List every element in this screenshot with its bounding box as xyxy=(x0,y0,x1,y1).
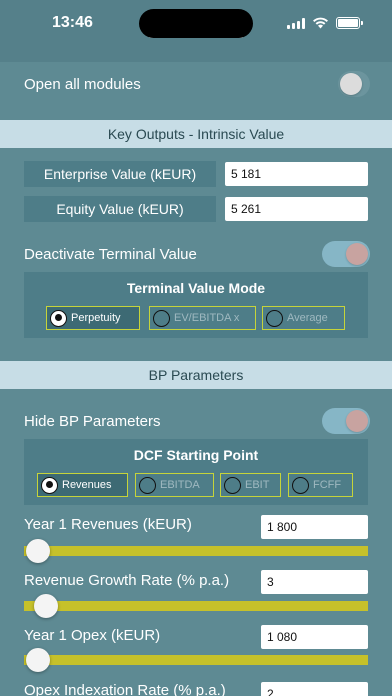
open-all-toggle[interactable] xyxy=(338,71,370,97)
dcf-start-panel: DCF Starting Point Revenues EBITDA EBIT … xyxy=(24,439,368,505)
key-outputs-header: Key Outputs - Intrinsic Value xyxy=(0,120,392,148)
radio-label: EV/EBITDA x xyxy=(174,312,240,324)
radio-icon xyxy=(41,476,58,494)
radio-label: EBITDA xyxy=(160,479,200,491)
radio-icon xyxy=(224,476,241,494)
revenues-slider[interactable] xyxy=(24,546,368,556)
start-fcff[interactable]: FCFF xyxy=(288,473,353,497)
radio-label: FCFF xyxy=(313,479,342,491)
battery-icon xyxy=(336,17,363,29)
opex-slider-knob[interactable] xyxy=(26,648,50,672)
opex-label: Year 1 Opex (kEUR) xyxy=(24,627,161,644)
radio-label: Average xyxy=(287,312,328,324)
status-time: 13:46 xyxy=(52,14,93,31)
hide-bp-label: Hide BP Parameters xyxy=(24,412,161,430)
deactivate-tv-label: Deactivate Terminal Value xyxy=(24,245,197,263)
signal-icon xyxy=(287,17,305,29)
growth-field[interactable]: 3 xyxy=(261,570,368,594)
tv-mode-panel: Terminal Value Mode Perpetuity EV/EBITDA… xyxy=(24,272,368,338)
status-icons xyxy=(287,17,363,29)
wifi-icon xyxy=(313,17,328,29)
deactivate-tv-row: Deactivate Terminal Value xyxy=(0,236,392,272)
growth-label: Revenue Growth Rate (% p.a.) xyxy=(24,572,230,589)
revenues-slider-knob[interactable] xyxy=(26,539,50,563)
radio-icon xyxy=(153,309,170,327)
growth-slider[interactable] xyxy=(24,601,368,611)
tv-mode-perpetuity[interactable]: Perpetuity xyxy=(46,306,140,330)
radio-label: Revenues xyxy=(62,479,112,491)
opex-slider[interactable] xyxy=(24,655,368,665)
revenues-label: Year 1 Revenues (kEUR) xyxy=(24,516,192,533)
bp-parameters-header: BP Parameters xyxy=(0,361,392,389)
radio-label: EBIT xyxy=(245,479,270,491)
radio-icon xyxy=(292,476,309,494)
enterprise-value-field[interactable]: 5 181 xyxy=(225,162,368,186)
open-all-row: Open all modules xyxy=(0,66,392,102)
revenues-field[interactable]: 1 800 xyxy=(261,515,368,539)
growth-slider-knob[interactable] xyxy=(34,594,58,618)
dcf-start-title: DCF Starting Point xyxy=(133,447,259,463)
enterprise-value-label: Enterprise Value (kEUR) xyxy=(24,161,216,187)
radio-icon xyxy=(139,476,156,494)
dynamic-island xyxy=(139,9,253,38)
radio-label: Perpetuity xyxy=(71,312,121,324)
indexation-field[interactable]: 2 xyxy=(261,682,368,696)
tv-mode-title: Terminal Value Mode xyxy=(126,280,266,296)
toggle-knob xyxy=(340,73,362,95)
equity-value-label: Equity Value (kEUR) xyxy=(24,196,216,222)
radio-icon xyxy=(50,309,67,327)
equity-value-field[interactable]: 5 261 xyxy=(225,197,368,221)
tv-mode-ev-ebitda[interactable]: EV/EBITDA x xyxy=(149,306,256,330)
hide-bp-toggle[interactable] xyxy=(322,408,370,434)
deactivate-tv-toggle[interactable] xyxy=(322,241,370,267)
indexation-label: Opex Indexation Rate (% p.a.) xyxy=(24,682,226,696)
start-ebit[interactable]: EBIT xyxy=(220,473,281,497)
start-ebitda[interactable]: EBITDA xyxy=(135,473,214,497)
hide-bp-row: Hide BP Parameters xyxy=(0,403,392,439)
tv-mode-average[interactable]: Average xyxy=(262,306,345,330)
toggle-knob xyxy=(346,410,368,432)
start-revenues[interactable]: Revenues xyxy=(37,473,128,497)
open-all-label: Open all modules xyxy=(24,75,141,93)
radio-icon xyxy=(266,309,283,327)
toggle-knob xyxy=(346,243,368,265)
opex-field[interactable]: 1 080 xyxy=(261,625,368,649)
